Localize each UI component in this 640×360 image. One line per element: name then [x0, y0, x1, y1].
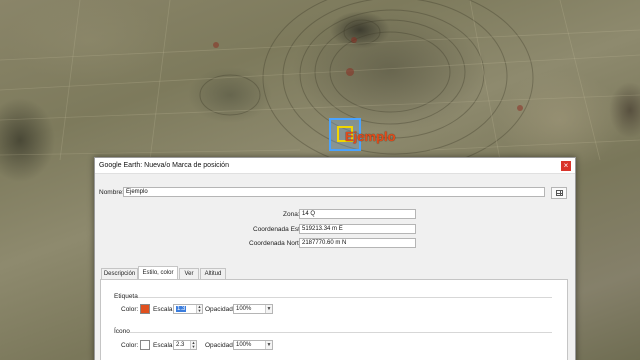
- name-input[interactable]: Ejemplo: [123, 187, 545, 197]
- icon-scale-label: Escala:: [153, 342, 175, 349]
- icon-section-divider: [130, 332, 552, 333]
- north-coordinate-field[interactable]: 2187770.60 m N: [299, 238, 416, 248]
- spinner-arrows-icon[interactable]: ▲ ▼: [196, 305, 202, 313]
- icon-scale-value[interactable]: 2.3: [176, 342, 184, 348]
- zone-label: Zona:: [283, 211, 300, 218]
- chevron-down-icon[interactable]: ▼: [265, 305, 272, 313]
- icon-section-title: Ícono: [114, 328, 130, 335]
- name-label: Nombre:: [99, 189, 124, 196]
- grid-icon: [556, 190, 563, 196]
- icon-opacity-value: 100%: [236, 342, 252, 348]
- dialog-titlebar[interactable]: Google Earth: Nueva/o Marca de posición …: [95, 158, 575, 174]
- dialog-title: Google Earth: Nueva/o Marca de posición: [99, 162, 229, 169]
- placemark-style-button[interactable]: [551, 187, 567, 199]
- label-section-title: Etiqueta: [114, 293, 138, 300]
- label-color-label: Color:: [121, 306, 139, 313]
- icon-opacity-label: Opacidad:: [205, 342, 235, 349]
- label-section-divider: [138, 297, 552, 298]
- east-coordinate-label: Coordenada Este:: [253, 226, 306, 233]
- label-opacity-select[interactable]: 100% ▼: [233, 304, 273, 314]
- icon-scale-spinner[interactable]: 2.3 ▲ ▼: [173, 340, 197, 350]
- tab-ver[interactable]: Ver: [179, 268, 199, 279]
- tab-estilo-color[interactable]: Estilo, color: [138, 266, 178, 279]
- icon-color-label: Color:: [121, 342, 139, 349]
- east-coordinate-field[interactable]: 519213.34 m E: [299, 224, 416, 234]
- label-opacity-value: 100%: [236, 306, 252, 312]
- chevron-down-icon[interactable]: ▼: [265, 341, 272, 349]
- label-scale-label: Escala:: [153, 306, 175, 313]
- label-color-swatch[interactable]: [140, 304, 150, 314]
- label-scale-value[interactable]: 1.3: [176, 306, 187, 312]
- close-button[interactable]: ×: [561, 161, 571, 171]
- tab-descripcion[interactable]: Descripción: [101, 268, 138, 279]
- placemark-label[interactable]: Ejemplo: [345, 129, 396, 144]
- tab-altitud[interactable]: Altitud: [200, 268, 226, 279]
- north-coordinate-label: Coordenada Norte:: [249, 240, 305, 247]
- icon-color-swatch[interactable]: [140, 340, 150, 350]
- zone-field[interactable]: 14 Q: [299, 209, 416, 219]
- spinner-arrows-icon[interactable]: ▲ ▼: [190, 341, 196, 349]
- label-scale-spinner[interactable]: 1.3 ▲ ▼: [173, 304, 203, 314]
- label-opacity-label: Opacidad:: [205, 306, 235, 313]
- icon-opacity-select[interactable]: 100% ▼: [233, 340, 273, 350]
